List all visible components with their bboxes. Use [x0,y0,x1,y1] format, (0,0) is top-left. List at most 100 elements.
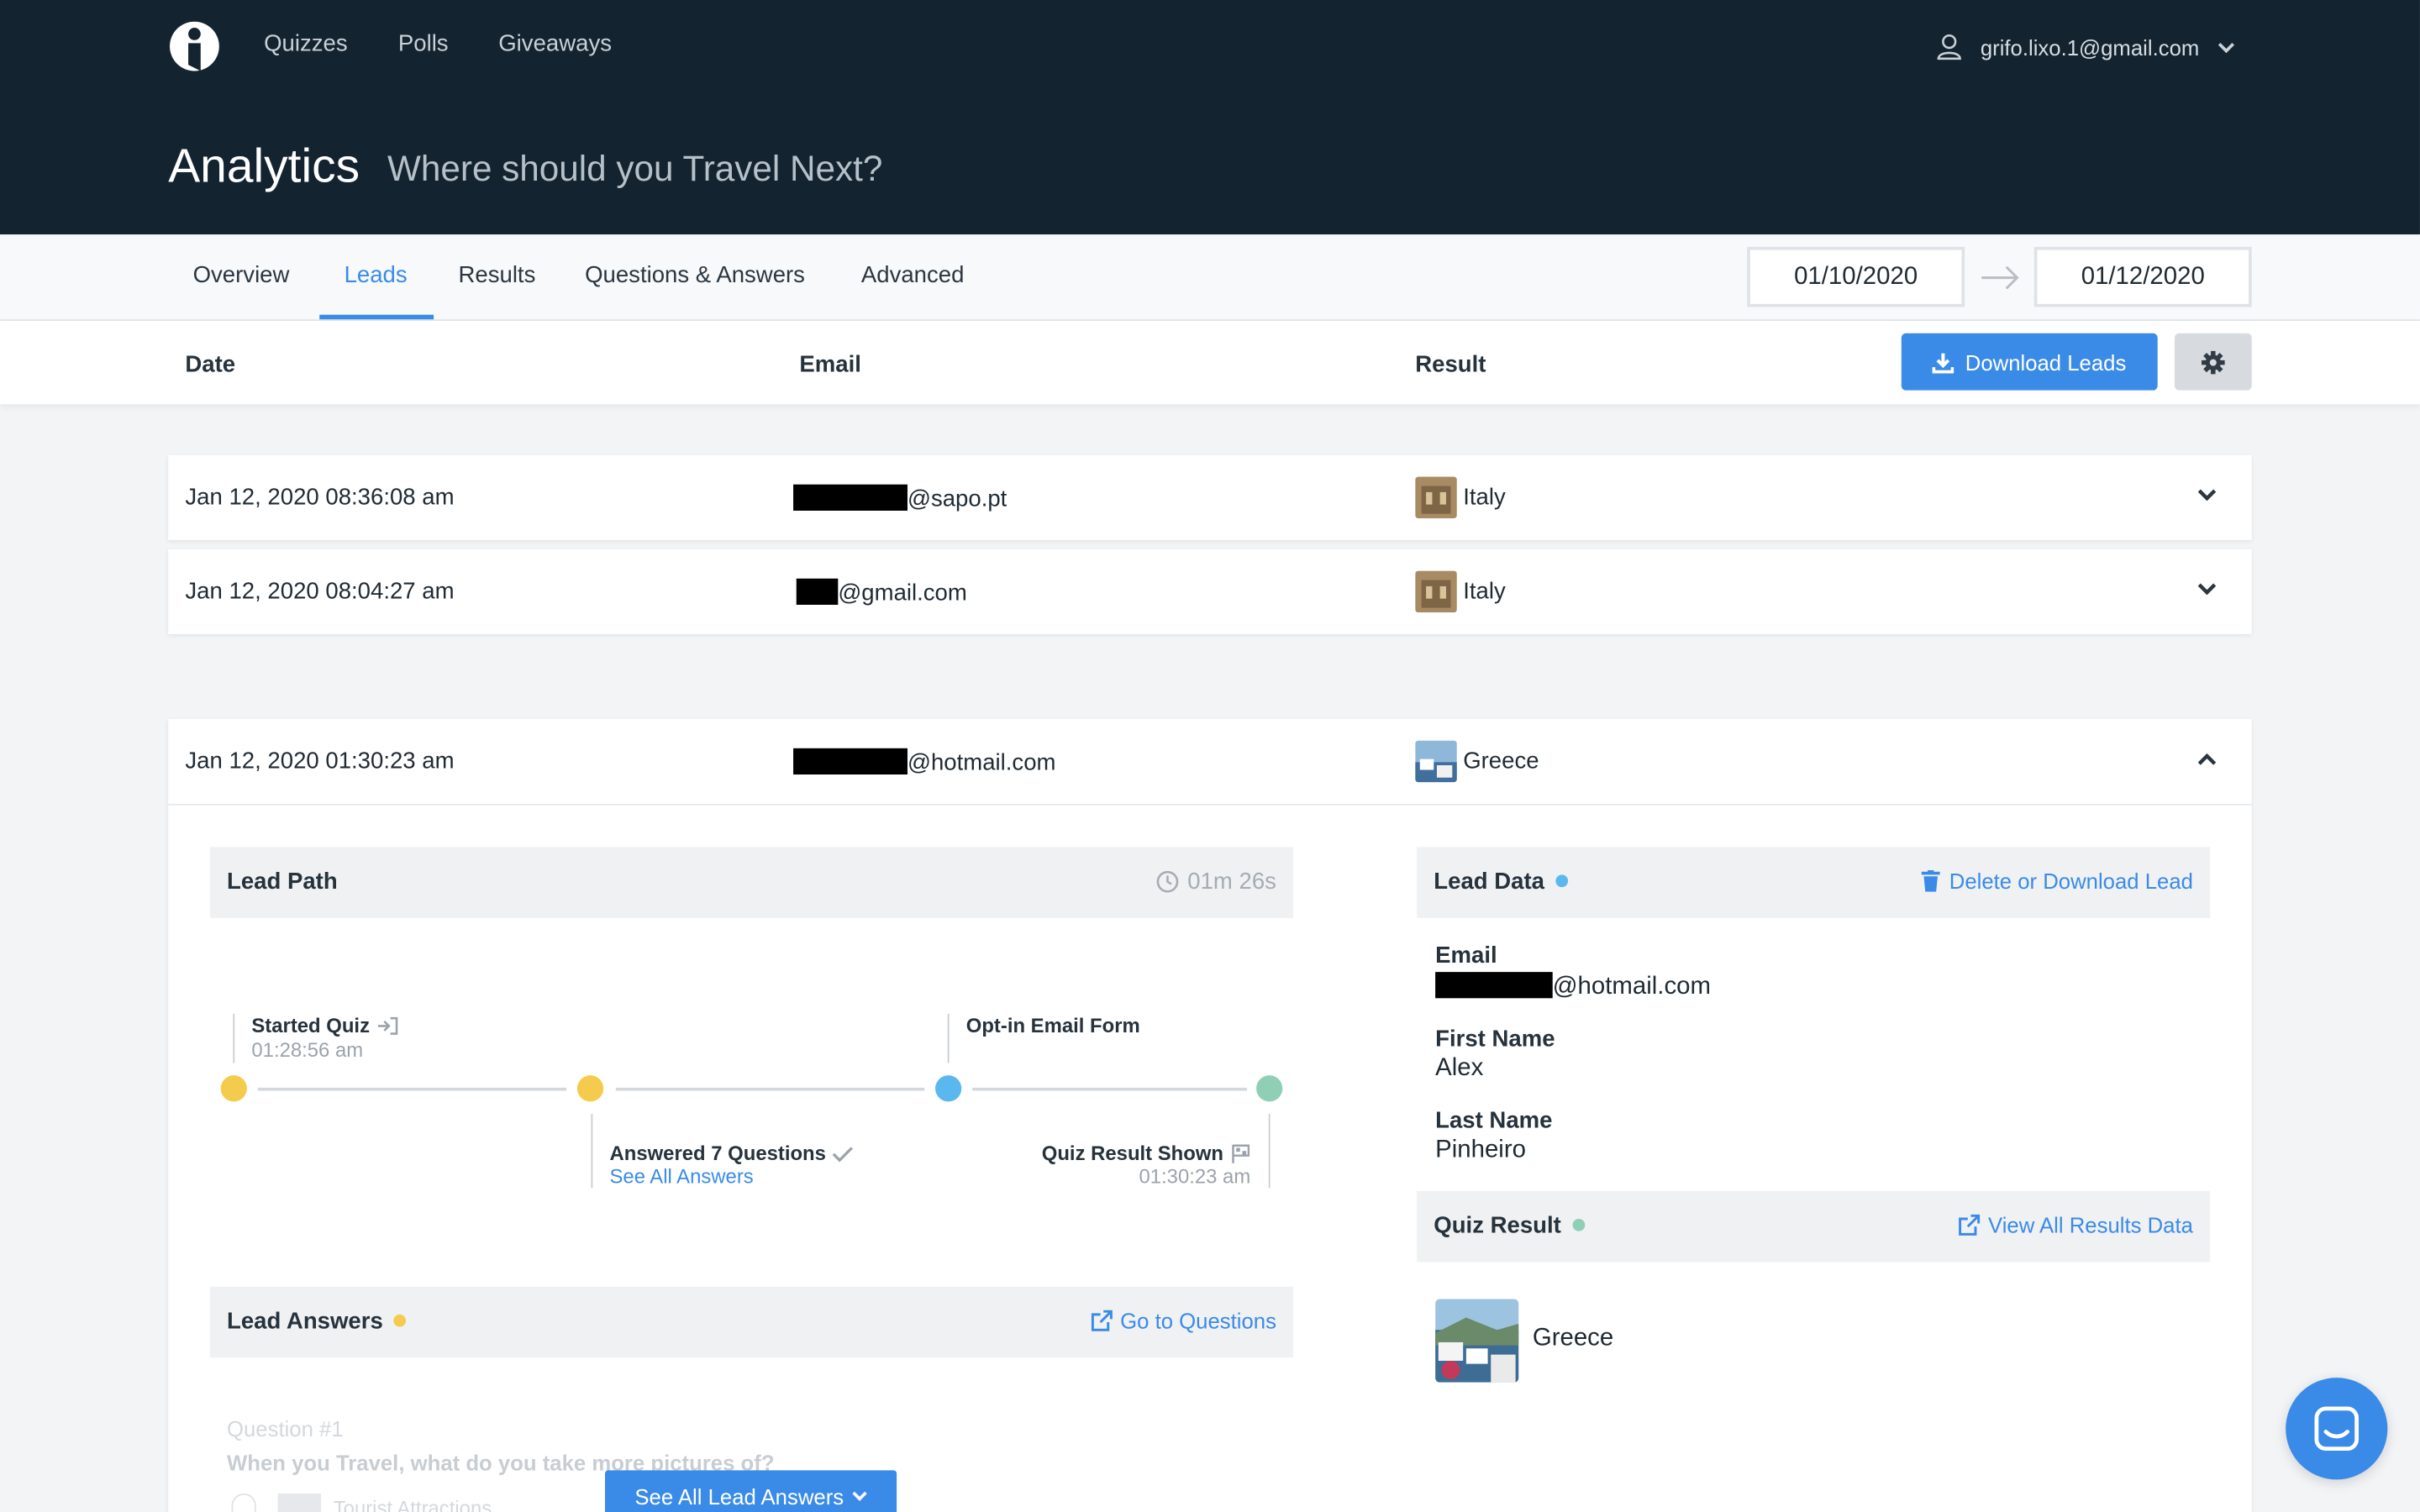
page-subtitle: Where should you Travel Next? [387,148,883,189]
go-to-questions-link[interactable]: Go to Questions [1091,1309,1276,1333]
timeline-connector [591,1114,593,1189]
see-all-lead-answers-button[interactable]: See All Lead Answers [604,1470,897,1512]
chevron-up-icon[interactable] [2196,751,2218,766]
download-leads-button[interactable]: Download Leads [1901,333,2158,391]
result-thumbnail-italy [1415,570,1457,613]
lead-email: @sapo.pt [793,484,1007,512]
table-row[interactable]: Jan 12, 2020 08:04:27 am @gmail.com Ital… [168,549,2252,634]
lead-date: Jan 12, 2020 01:30:23 am [185,748,455,775]
timeline-connector [233,1013,235,1063]
page-title: Analytics [168,139,360,193]
chevron-down-icon [2217,42,2235,53]
timeline-connector [1268,1114,1270,1189]
status-dot [393,1314,407,1327]
last-name-label: Last Name [1435,1107,1553,1134]
table-header: Date Email Result Download Leads [0,321,2420,405]
checkmark-icon [832,1146,854,1162]
lead-data-title: Lead Data [1434,869,1568,895]
quiz-result-header: Quiz Result View All Results Data [1417,1190,2211,1263]
lead-date: Jan 12, 2020 08:36:08 am [185,484,455,511]
settings-button[interactable] [2174,333,2252,391]
column-email: Email [799,351,861,378]
nav-giveaways[interactable]: Giveaways [498,31,612,57]
redacted-block [793,748,908,775]
optin-label: Opt-in Email Form [965,1013,1140,1037]
external-link-icon [1959,1214,1981,1236]
answer-text: Tourist Attractions [333,1496,492,1512]
nav-polls[interactable]: Polls [398,31,449,57]
app-logo-icon[interactable] [168,18,220,74]
lead-path-header: Lead Path 01m 26s [209,847,1294,918]
quiz-result-title: Quiz Result [1434,1213,1585,1239]
result-shown-time: 01:30:23 am [1139,1164,1251,1189]
chat-icon [2314,1406,2360,1452]
date-to-input[interactable]: 01/12/2020 [2033,246,2252,307]
nav-quizzes[interactable]: Quizzes [264,31,348,57]
lead-path-title: Lead Path [226,869,338,895]
table-row[interactable]: Jan 12, 2020 08:36:08 am @sapo.pt Italy [168,454,2252,540]
answer-thumbnail [277,1493,322,1512]
tab-overview[interactable]: Overview [193,262,290,288]
first-name-label: First Name [1435,1026,1555,1053]
started-quiz-label: Started Quiz [251,1014,397,1037]
tab-advanced[interactable]: Advanced [861,262,965,288]
redacted-block [793,484,908,511]
flag-icon [1231,1144,1249,1163]
timeline-dot-result [1256,1075,1283,1102]
timeline-dot-answered [576,1075,604,1102]
result-image-greece [1435,1299,1519,1383]
first-name-value: Alex [1435,1055,1484,1082]
status-dot [1571,1218,1585,1231]
gear-icon [2202,349,2225,374]
last-name-value: Pinheiro [1435,1137,1526,1163]
timeline-connector [947,1013,950,1063]
lead-email: @hotmail.com [793,748,1055,776]
tab-results[interactable]: Results [458,262,535,288]
external-link-icon [1091,1310,1113,1331]
trash-icon [1921,869,1940,892]
date-from-input[interactable]: 01/10/2020 [1747,246,1965,307]
timeline-segment [972,1087,1248,1091]
timeline-segment [615,1087,925,1091]
answer-radio [231,1493,256,1512]
quiz-result-value: Greece [1532,1325,1614,1352]
expanded-lead-row: Jan 12, 2020 01:30:23 am @hotmail.com Gr… [168,718,2252,1512]
started-quiz-time: 01:28:56 am [251,1038,364,1062]
result-thumbnail-greece [1415,740,1457,783]
chevron-down-icon [851,1491,867,1501]
see-all-answers-link[interactable]: See All Answers [609,1165,753,1189]
top-bar: Quizzes Polls Giveaways grifo.lixo.1@gma… [0,0,2420,235]
column-date: Date [185,351,236,378]
lead-answers-title: Lead Answers [227,1309,407,1335]
lead-date: Jan 12, 2020 08:04:27 am [185,578,455,605]
tab-leads[interactable]: Leads [345,262,408,288]
chevron-down-icon[interactable] [2196,487,2218,502]
timeline-segment [257,1087,567,1091]
result-shown-label: Quiz Result Shown [1042,1142,1251,1165]
view-all-results-link[interactable]: View All Results Data [1959,1213,2193,1237]
email-value: @hotmail.com [1435,972,1711,1001]
tab-questions-answers[interactable]: Questions & Answers [585,262,805,288]
lead-result: Italy [1463,484,1506,511]
lead-answers-header: Lead Answers Go to Questions [209,1286,1294,1358]
divider [168,803,2252,806]
user-menu[interactable]: grifo.lixo.1@gmail.com [1937,34,2235,60]
lead-result: Italy [1463,578,1506,605]
lead-data-header: Lead Data Delete or Download Lead [1417,847,2211,918]
timeline-dot-started [220,1075,247,1102]
chat-launcher-button[interactable] [2286,1378,2388,1480]
answered-label: Answered 7 Questions [609,1142,854,1165]
sign-in-icon [377,1016,397,1034]
user-icon [1937,34,1962,60]
status-dot [1555,874,1568,888]
chevron-down-icon[interactable] [2196,581,2218,596]
lead-result: Greece [1463,748,1539,775]
arrow-right-icon [1981,265,2019,290]
column-result: Result [1415,351,1486,378]
see-all-lead-answers-label: See All Lead Answers [634,1483,844,1509]
lead-path-duration: 01m 26s [1157,869,1276,895]
user-email: grifo.lixo.1@gmail.com [1980,34,2200,60]
redacted-block [1435,972,1553,999]
question-number: Question #1 [226,1416,344,1441]
delete-download-lead-link[interactable]: Delete or Download Lead [1921,869,2193,893]
